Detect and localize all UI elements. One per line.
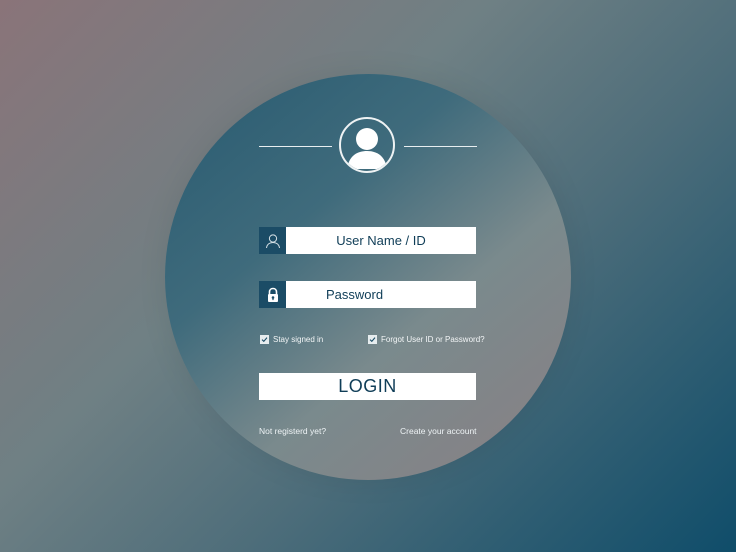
login-button[interactable]: LOGIN <box>259 373 476 400</box>
stay-signed-in-checkbox[interactable]: Stay signed in <box>260 335 323 344</box>
password-input[interactable] <box>286 281 476 308</box>
forgot-credentials-label: Forgot User ID or Password? <box>381 335 485 344</box>
stay-signed-in-label: Stay signed in <box>273 335 324 344</box>
divider-left <box>259 146 332 147</box>
checkbox-check-icon[interactable] <box>260 335 269 344</box>
username-input[interactable] <box>286 227 476 254</box>
username-field <box>259 227 476 254</box>
lock-icon <box>259 281 286 308</box>
checkbox-check-icon[interactable] <box>368 335 377 344</box>
create-account-link[interactable]: Create your account <box>400 426 477 436</box>
password-field <box>259 281 476 308</box>
user-icon <box>259 227 286 254</box>
user-avatar-icon <box>339 117 395 173</box>
divider-right <box>404 146 477 147</box>
forgot-credentials-checkbox[interactable]: Forgot User ID or Password? <box>368 335 485 344</box>
not-registered-text: Not registerd yet? <box>259 426 327 436</box>
